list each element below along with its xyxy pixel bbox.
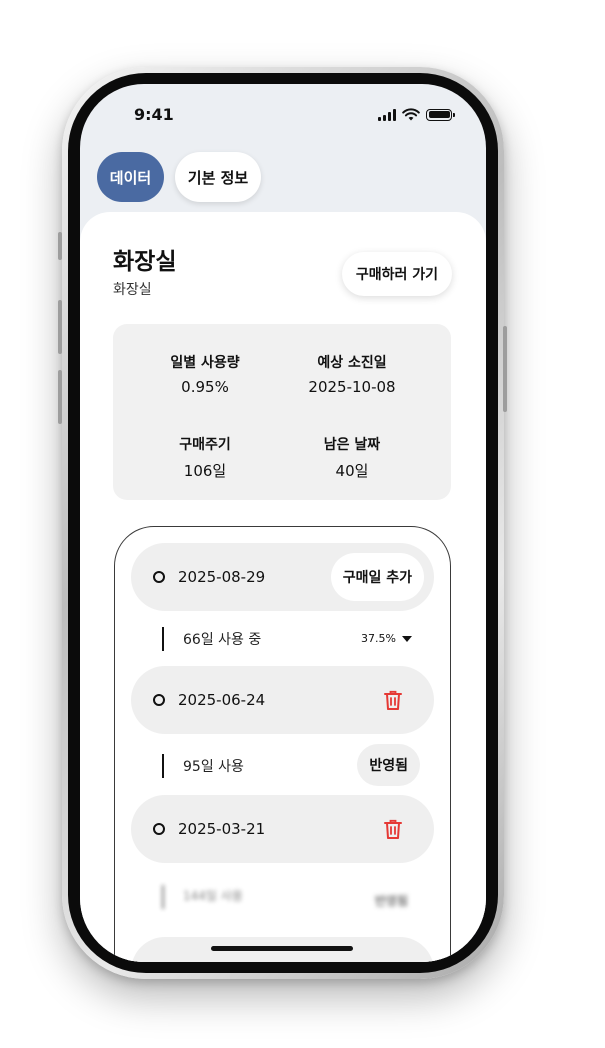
tab-data[interactable]: 데이터 [97, 152, 164, 202]
stat-label: 일별 사용량 [170, 355, 240, 371]
purchase-entry[interactable]: 2025-06-24 [131, 666, 434, 734]
applied-status-button[interactable]: 반영됨 [357, 744, 420, 786]
item-title: 화장실 [113, 249, 177, 275]
timeline-dot-icon [153, 571, 165, 583]
stat-value: 106일 [183, 462, 227, 480]
timeline-connector [162, 754, 164, 778]
stat-label: 구매주기 [179, 437, 231, 453]
stat-value: 40일 [335, 462, 369, 480]
trash-icon[interactable] [384, 819, 402, 839]
stat-value: 2025-10-08 [308, 378, 396, 396]
purchase-date: 2025-08-29 [178, 568, 266, 586]
timeline-connector [162, 627, 164, 651]
stat-remaining-days: 남은 날짜 40일 [277, 434, 427, 481]
timeline-dot-icon [153, 694, 165, 706]
stat-daily-usage: 일별 사용량 0.95% [130, 352, 280, 396]
purchase-history-panel: 2025-08-29 구매일 추가 66일 사용 중 37.5% 2025-06… [114, 526, 451, 962]
stat-label: 예상 소진일 [317, 355, 387, 371]
trash-icon[interactable] [384, 690, 402, 710]
side-button-mute [58, 232, 62, 260]
stat-label: 남은 날짜 [323, 437, 381, 453]
item-subtitle: 화장실 [113, 282, 152, 298]
content-card: 화장실 화장실 구매하러 가기 일별 사용량 0.95% 예상 소진일 2025… [80, 212, 486, 962]
applied-status-button: 반영됨 [362, 879, 420, 921]
usage-duration: 144일 사용 [183, 889, 243, 903]
tab-basic-info[interactable]: 기본 정보 [175, 152, 261, 202]
usage-duration: 95일 사용 [183, 759, 244, 775]
side-button-power [503, 326, 507, 412]
timeline-dot-icon [153, 823, 165, 835]
usage-duration: 66일 사용 중 [183, 632, 262, 648]
stat-expected-depletion: 예상 소진일 2025-10-08 [277, 352, 427, 396]
phone-screen: 9:41 데이터 기본 정보 화장실 화장실 구매하러 가기 일별 사용량 0.… [80, 84, 486, 962]
add-purchase-date-button[interactable]: 구매일 추가 [330, 553, 424, 601]
purchase-entry[interactable]: 2025-03-21 [131, 795, 434, 863]
stat-value: 0.95% [181, 378, 229, 396]
side-button-volume-down [58, 370, 62, 424]
wifi-icon [402, 108, 420, 121]
cellular-signal-icon [378, 108, 396, 121]
side-button-volume-up [58, 300, 62, 354]
status-time: 9:41 [134, 105, 174, 124]
purchase-entry[interactable]: 2025-08-29 구매일 추가 [131, 543, 434, 611]
chevron-down-icon[interactable] [402, 636, 412, 642]
stat-purchase-cycle: 구매주기 106일 [130, 434, 280, 481]
home-indicator [211, 946, 353, 951]
purchase-date: 2025-03-21 [178, 820, 266, 838]
status-icons [378, 108, 455, 121]
battery-icon [426, 108, 455, 121]
go-to-purchase-button[interactable]: 구매하러 가기 [341, 252, 452, 296]
timeline-connector [162, 885, 164, 909]
stats-panel: 일별 사용량 0.95% 예상 소진일 2025-10-08 구매주기 106일… [113, 324, 451, 500]
usage-percent: 37.5% [361, 632, 396, 645]
purchase-date: 2025-06-24 [178, 691, 266, 709]
